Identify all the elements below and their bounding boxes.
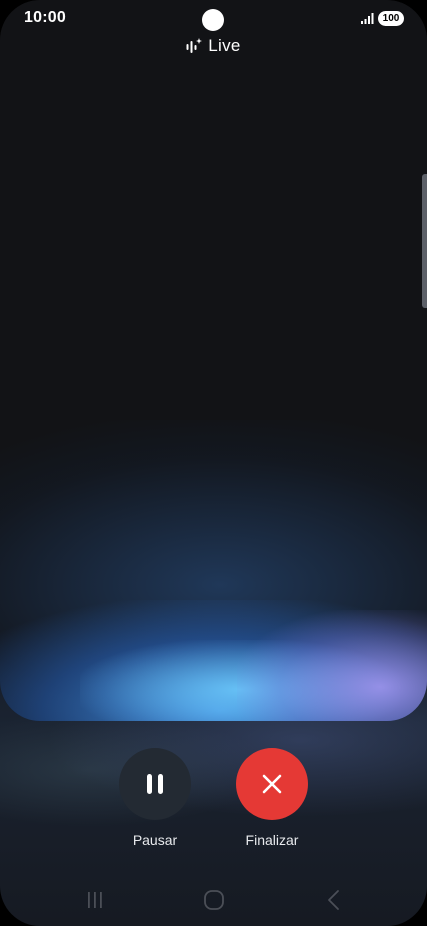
live-header: Live — [0, 34, 427, 58]
recents-icon — [88, 892, 102, 908]
phone-screen: 10:00 100 Live Pausar Finalizar — [0, 0, 427, 926]
visualizer-glow — [237, 610, 427, 721]
navigation-bar — [0, 880, 427, 920]
edge-panel-handle[interactable] — [422, 174, 427, 308]
home-button[interactable] — [200, 888, 228, 912]
home-icon — [204, 890, 224, 910]
live-visualizer-panel — [0, 0, 427, 721]
end-control: Finalizar — [222, 748, 322, 848]
pause-icon — [147, 774, 163, 794]
live-title: Live — [208, 36, 241, 55]
close-icon — [262, 774, 282, 794]
battery-indicator: 100 — [378, 11, 404, 26]
back-icon — [328, 890, 339, 910]
end-button[interactable] — [236, 748, 308, 820]
back-button[interactable] — [320, 888, 348, 912]
pause-button[interactable] — [119, 748, 191, 820]
status-time: 10:00 — [24, 9, 66, 26]
pause-label: Pausar — [132, 832, 178, 848]
signal-bars-icon — [361, 13, 374, 24]
end-label: Finalizar — [245, 832, 299, 848]
pause-control: Pausar — [105, 748, 205, 848]
live-sparkle-icon — [186, 38, 203, 53]
recents-button[interactable] — [81, 888, 109, 912]
camera-cutout — [202, 9, 224, 31]
